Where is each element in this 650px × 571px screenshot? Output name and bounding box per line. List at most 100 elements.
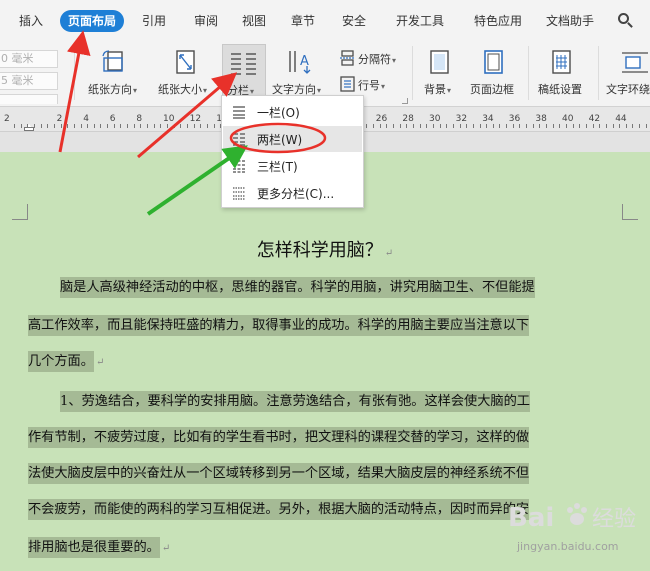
text-line[interactable]: 作有节制，不疲劳过度，比如有的学生看书时，把文理科的课程交替的学习，这样的做 [28,424,530,452]
search-icon[interactable] [618,12,650,26]
tab-page-layout[interactable]: 页面布局 [60,10,124,32]
margin-field-3 [0,94,58,104]
ruler-number: 2 [4,114,10,124]
ruler-tick [519,124,521,128]
dialog-launcher-icon[interactable] [402,98,408,104]
page-border-button[interactable]: 页面边框 [466,44,524,102]
manuscript-settings-button[interactable]: 稿纸设置 [534,44,592,102]
ribbon-tab-bar: 插入 页面布局 引用 审阅 视图 章节 安全 开发工具 特色应用 文档助手 [0,0,650,40]
page-border-label: 页面边框 [470,83,514,96]
ruler-tick [379,124,381,128]
tab-document-assistant[interactable]: 文档助手 [538,10,602,32]
menu-item-three-columns[interactable]: 三栏(T) [223,153,362,179]
ruler-tick [472,124,474,128]
document-title[interactable]: 怎样科学用脑？ ↵ [0,236,650,262]
text-line[interactable]: 排用脑也是很重要的。 ↵ [28,534,170,562]
text-line[interactable]: 法使大脑皮层中的兴奋灶从一个区域转移到另一个区域，结果大脑皮层的神经系统不但 [28,460,530,488]
menu-item-more-columns[interactable]: 更多分栏(C)... [223,180,362,206]
ruler-tick [87,124,89,128]
paragraph-mark-icon: ↵ [161,543,171,554]
menu-item-label: 两栏(W) [257,133,303,147]
ruler-tick [33,124,35,128]
tab-sections[interactable]: 章节 [283,10,323,32]
ruler-tick [506,124,508,128]
paper-direction-button[interactable]: 纸张方向▾ [84,44,148,102]
paper-size-button[interactable]: 纸张大小▾ [154,44,218,102]
ruler-tick [479,124,481,128]
ruler-number: 34 [482,114,494,124]
margin-top-field[interactable]: 0 毫米 [0,50,58,68]
tab-security[interactable]: 安全 [334,10,374,32]
text-wrap-label: 文字环绕 [606,83,650,96]
ruler-tick [512,124,514,128]
chevron-down-icon: ▾ [447,86,452,95]
manuscript-settings-label: 稿纸设置 [538,83,582,96]
ruler-tick [459,124,461,128]
background-label: 背景 [424,83,446,96]
tab-special-apps[interactable]: 特色应用 [466,10,530,32]
ruler-tick [107,124,109,128]
columns-button[interactable]: 分栏▾ [222,44,266,102]
ruler-tick [200,124,202,128]
ruler-tick [625,124,627,128]
tab-references[interactable]: 引用 [134,10,174,32]
text-direction-button[interactable]: A 文字方向▾ [270,44,334,102]
tab-view[interactable]: 视图 [234,10,274,32]
separator-label: 分隔符 [358,53,391,66]
tab-insert[interactable]: 插入 [8,10,54,32]
ruler-number: 2 [56,114,63,124]
ruler-tick [213,124,215,128]
ruler-tick [366,124,368,128]
text-wrap-button[interactable]: 文字环绕 [604,44,650,102]
text-wrap-icon [622,52,648,73]
ruler-tick [526,124,528,128]
ruler-tick [492,124,494,128]
menu-item-label: 一栏(O) [257,106,300,120]
ruler-tick [180,124,182,128]
ruler-tick [67,124,69,128]
tab-developer-tools[interactable]: 开发工具 [388,10,452,32]
text-line[interactable]: 高工作效率，而且能保持旺盛的精力，取得事业的成功。科学的用脑主要应当注意以下 [28,312,530,340]
ruler-number: 4 [83,114,89,124]
text-line[interactable]: 1、劳逸结合，要科学的安排用脑。注意劳逸结合，有张有弛。这样会使大脑的工 [28,388,530,416]
separator-button[interactable]: 分隔符▾ [338,48,408,68]
paper-size-icon [176,50,195,74]
watermark-brand-2: 经验 [592,507,636,532]
ruler-tick [53,124,55,128]
ruler-tick [539,124,541,128]
line-number-button[interactable]: 行号▾ [338,74,408,94]
ruler-tick [546,124,547,128]
ruler-tick [27,124,29,128]
ruler-tick [166,124,168,128]
line-number-label: 行号 [358,79,380,92]
ruler-tick [93,124,95,128]
ruler-tick [552,124,554,128]
text-line[interactable]: 不会疲劳，而能使的两科的学习互相促进。另外，根据大脑的活动特点，因时而异的安 [28,496,530,524]
ruler-tick [499,124,501,128]
menu-item-two-columns[interactable]: 两栏(W) [223,126,362,152]
chevron-down-icon: ▾ [203,86,208,95]
ruler-tick [466,124,468,128]
paper-direction-icon [102,50,123,72]
background-icon [430,50,449,74]
ruler-number: 30 [429,114,441,124]
ruler-tick [426,124,428,128]
ruler-tick [446,124,448,128]
ruler-tick [14,124,15,128]
ruler-tick [113,124,115,128]
ruler-tick [532,124,534,128]
left-indent-marker[interactable] [24,127,34,131]
tab-review[interactable]: 审阅 [186,10,226,32]
ruler-tick [147,124,148,128]
background-button[interactable]: 背景▾ [418,44,462,102]
one-column-icon [233,106,245,119]
text-line[interactable]: 几个方面。 ↵ [28,348,104,376]
ruler-tick [193,124,195,128]
margin-corner-mark [12,204,28,220]
columns-icon [231,53,256,75]
text-line[interactable]: 脑是人高级神经活动的中枢，思维的器官。科学的用脑，讲究用脑卫生、不但能提 [28,274,535,302]
ruler-number: 12 [189,114,202,124]
margin-bottom-field[interactable]: 5 毫米 [0,72,58,90]
menu-item-one-column[interactable]: 一栏(O) [223,99,362,125]
watermark-url: jingyan.baidu.com [517,540,619,553]
